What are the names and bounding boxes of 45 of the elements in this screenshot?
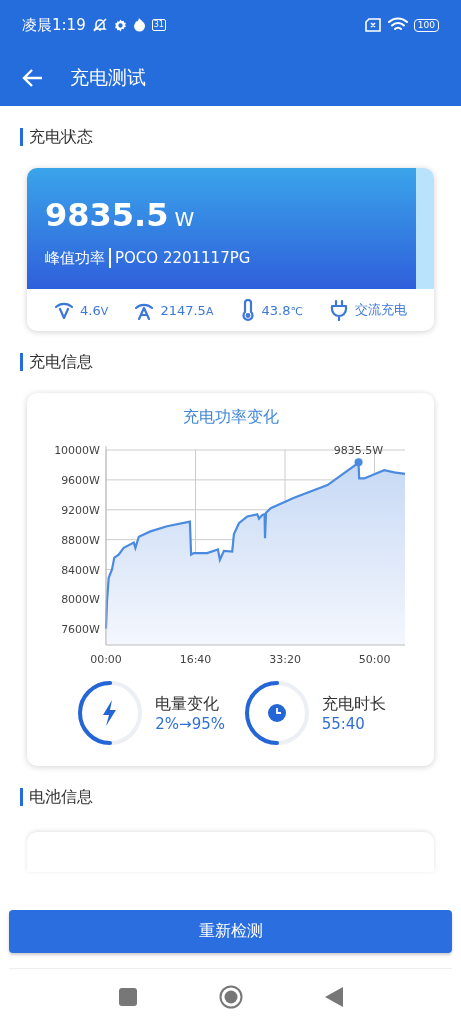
device-model: POCO 2201117PG xyxy=(115,249,251,267)
settings-icon xyxy=(113,18,127,32)
x-axis-label: 00:00 xyxy=(90,653,122,666)
y-axis-label: 8400W xyxy=(61,563,100,577)
y-axis-label: 10000W xyxy=(54,444,100,457)
back-nav-button[interactable] xyxy=(324,986,343,1007)
home-button[interactable] xyxy=(218,984,243,1009)
power-unit: W xyxy=(174,207,195,231)
peak-power-label: 峰值功率 xyxy=(45,248,105,268)
muted-bell-icon xyxy=(91,17,108,33)
summary-value: 55:40 xyxy=(321,714,366,733)
thermometer-icon xyxy=(239,299,256,321)
y-axis-label: 7600W xyxy=(61,623,100,637)
summary-value: 2%→95% xyxy=(155,714,226,733)
peak-label: 9835.5W xyxy=(333,444,384,458)
y-axis-label: 8000W xyxy=(61,593,100,607)
peak-marker xyxy=(354,458,363,467)
voltage-icon xyxy=(54,300,75,320)
summary-label: 电量变化 xyxy=(155,693,221,715)
stat-value: 交流充电 xyxy=(354,301,407,319)
status-time: 凌晨1:19 xyxy=(22,15,86,35)
battery-indicator: 100 xyxy=(413,18,439,32)
chart-title: 充电功率变化 xyxy=(182,407,279,428)
recents-button[interactable] xyxy=(118,987,137,1006)
section-title: 电池信息 xyxy=(20,788,441,806)
page-title: 充电测试 xyxy=(70,65,146,90)
stat-value: 43.8℃ xyxy=(261,302,303,318)
back-button[interactable] xyxy=(22,68,44,88)
summary-label: 充电时长 xyxy=(321,693,386,715)
stat-value: 2147.5A xyxy=(160,302,214,318)
x-axis-label: 33:20 xyxy=(269,653,301,666)
plug-icon xyxy=(328,299,349,321)
y-axis-label: 8800W xyxy=(61,533,100,547)
peak-power-value: 9835.5 xyxy=(45,196,169,234)
x-axis-label: 16:40 xyxy=(179,653,212,666)
retest-button[interactable]: 重新检测 xyxy=(9,910,452,953)
stat-value: 4.6V xyxy=(80,302,109,318)
y-axis-label: 9200W xyxy=(61,503,100,517)
section-title: 充电信息 xyxy=(20,353,441,371)
y-axis-label: 9600W xyxy=(61,473,100,487)
calendar-icon: 31 xyxy=(151,19,166,31)
x-axis-label: 50:00 xyxy=(358,653,391,666)
wifi-icon xyxy=(387,17,408,33)
sim-off-icon xyxy=(363,18,382,32)
section-title: 充电状态 xyxy=(20,128,441,146)
